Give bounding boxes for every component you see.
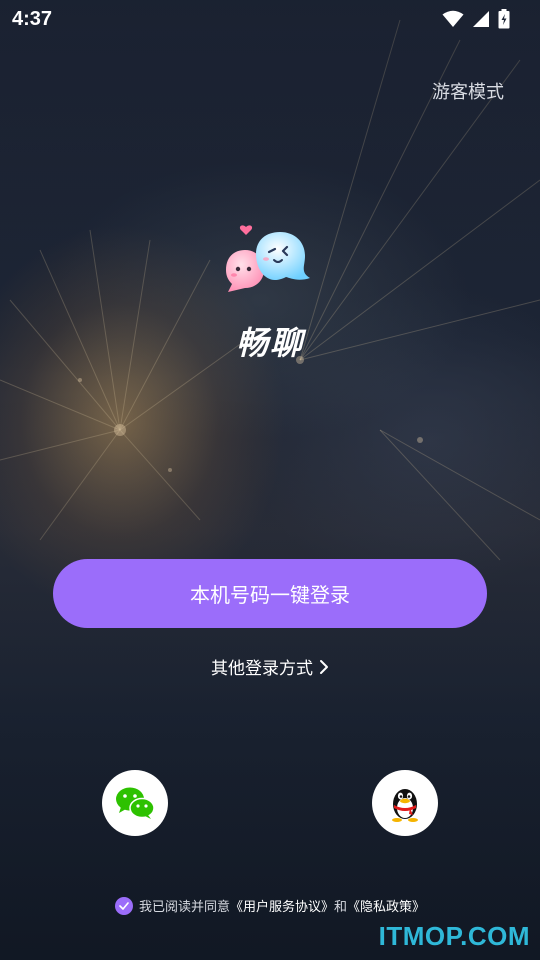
user-agreement-link[interactable]: 《用户服务协议》 bbox=[230, 900, 334, 915]
wifi-icon bbox=[442, 10, 464, 27]
ghost-chat-logo bbox=[220, 222, 320, 302]
app-name: 畅聊 bbox=[235, 324, 304, 362]
agreement-prefix: 我已阅读并同意 bbox=[138, 900, 230, 915]
one-click-login-button[interactable]: 本机号码一键登录 bbox=[53, 559, 487, 628]
status-time: 4:37 bbox=[12, 7, 53, 30]
chevron-right-icon bbox=[320, 659, 328, 674]
agreement-checkbox[interactable] bbox=[114, 896, 133, 915]
status-bar: 4:37 bbox=[0, 0, 540, 38]
qq-login-button[interactable] bbox=[372, 770, 438, 836]
agreement-conjunction: 和 bbox=[334, 900, 348, 915]
other-login-methods-link[interactable]: 其他登录方式 bbox=[0, 654, 540, 679]
other-login-methods-label: 其他登录方式 bbox=[211, 659, 313, 679]
wechat-icon bbox=[116, 787, 155, 819]
battery-charging-icon bbox=[498, 9, 510, 29]
background-overlay bbox=[0, 0, 540, 960]
watermark: ITMOP.COM bbox=[378, 921, 530, 951]
checkmark-icon bbox=[119, 901, 129, 910]
privacy-policy-link[interactable]: 《隐私政策》 bbox=[347, 900, 425, 915]
wechat-login-button[interactable] bbox=[102, 770, 168, 836]
qq-penguin-icon bbox=[392, 789, 418, 822]
signal-icon bbox=[473, 11, 489, 27]
status-icons bbox=[442, 9, 510, 29]
agreement-row: 我已阅读并同意《用户服务协议》和《隐私政策》 bbox=[0, 896, 540, 915]
guest-mode-link[interactable]: 游客模式 bbox=[432, 78, 504, 104]
